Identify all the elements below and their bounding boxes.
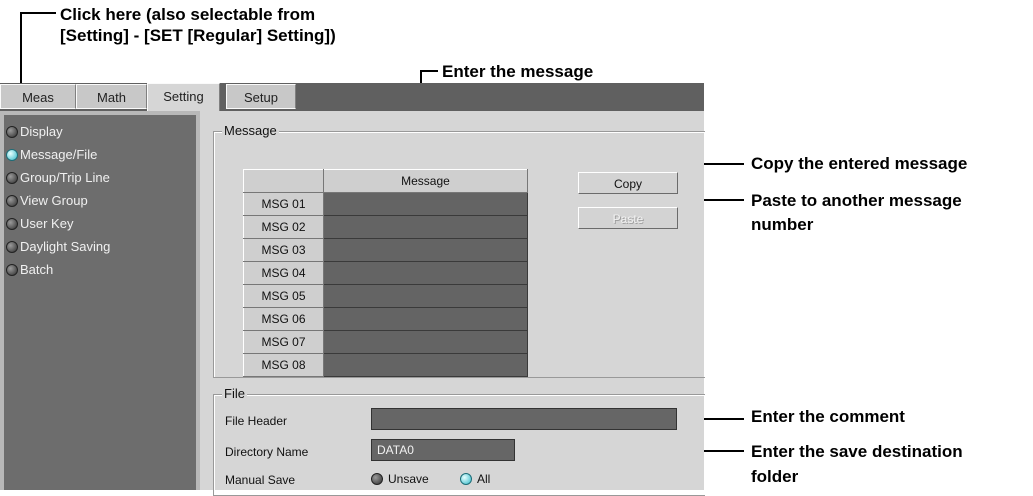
message-group: Message Message MSG 01 MSG 02 MSG 03 MSG…: [213, 123, 705, 378]
row-label: MSG 01: [243, 192, 324, 216]
annotation-enter-message: Enter the message: [442, 62, 594, 81]
radio-icon: [6, 264, 18, 276]
table-row: MSG 08: [243, 353, 528, 377]
annotation-click-here-line1: Click here (also selectable from: [60, 5, 316, 24]
manual-save-option-unsave[interactable]: Unsave: [371, 470, 429, 488]
row-label: MSG 03: [243, 238, 324, 262]
sidebar: Display Message/File Group/Trip Line Vie…: [0, 111, 200, 490]
tab-setup[interactable]: Setup: [226, 84, 296, 109]
table-row: MSG 03: [243, 238, 528, 262]
row-label: MSG 05: [243, 284, 324, 308]
radio-icon: [371, 473, 383, 485]
message-table: Message MSG 01 MSG 02 MSG 03 MSG 04 MSG …: [243, 169, 528, 377]
directory-name-label: Directory Name: [225, 445, 309, 459]
table-row: MSG 07: [243, 330, 528, 354]
copy-button[interactable]: Copy: [578, 172, 678, 194]
sidebar-item-user-key[interactable]: User Key: [6, 213, 74, 235]
annotation-paste-line2: number: [751, 215, 814, 234]
row-label: MSG 04: [243, 261, 324, 285]
manual-save-label: Manual Save: [225, 473, 296, 487]
sidebar-item-label: Daylight Saving: [20, 239, 111, 254]
paste-button[interactable]: Paste: [578, 207, 678, 229]
annotation-enter-comment: Enter the comment: [751, 407, 905, 426]
sidebar-item-batch[interactable]: Batch: [6, 259, 54, 281]
sidebar-item-view-group[interactable]: View Group: [6, 190, 88, 212]
tab-setting[interactable]: Setting: [147, 83, 220, 111]
radio-icon: [6, 126, 18, 138]
manual-save-option-all[interactable]: All: [460, 470, 490, 488]
sidebar-item-label: Batch: [20, 262, 54, 277]
table-row: MSG 02: [243, 215, 528, 239]
file-header-label: File Header: [225, 414, 288, 428]
message-group-title: Message: [222, 123, 279, 138]
sidebar-item-label: User Key: [20, 216, 74, 231]
sidebar-item-label: Group/Trip Line: [20, 170, 110, 185]
sidebar-item-label: Message/File: [20, 147, 98, 162]
file-group-title: File: [222, 386, 247, 401]
radio-icon: [6, 241, 18, 253]
message-cell[interactable]: [323, 330, 528, 354]
sidebar-item-label: View Group: [20, 193, 88, 208]
radio-icon: [6, 172, 18, 184]
annotation-paste-line1: Paste to another message: [751, 191, 962, 210]
radio-selected-icon: [460, 473, 472, 485]
message-cell[interactable]: [323, 215, 528, 239]
option-label: All: [477, 472, 491, 486]
message-cell[interactable]: [323, 284, 528, 308]
message-cell[interactable]: [323, 307, 528, 331]
sidebar-item-message-file[interactable]: Message/File: [6, 144, 98, 166]
leader-line: [20, 12, 56, 14]
file-group: File File Header Directory Name DATA0 Ma…: [213, 386, 705, 496]
radio-selected-icon: [6, 149, 18, 161]
table-row: MSG 06: [243, 307, 528, 331]
radio-icon: [6, 195, 18, 207]
radio-icon: [6, 218, 18, 230]
annotation-save-folder-line2: folder: [751, 467, 799, 486]
table-row: MSG 01: [243, 192, 528, 216]
message-cell[interactable]: [323, 238, 528, 262]
row-label: MSG 06: [243, 307, 324, 331]
annotation-click-here-line2: [Setting] - [SET [Regular] Setting]): [60, 26, 336, 45]
table-row: MSG 05: [243, 284, 528, 308]
message-cell[interactable]: [323, 353, 528, 377]
annotation-save-folder-line1: Enter the save destination: [751, 442, 963, 461]
sidebar-item-group-trip-line[interactable]: Group/Trip Line: [6, 167, 110, 189]
message-cell[interactable]: [323, 192, 528, 216]
tab-bar: Meas Math Setting Setup: [0, 83, 704, 111]
row-label: MSG 07: [243, 330, 324, 354]
annotation-copy-entered: Copy the entered message: [751, 154, 968, 173]
tab-meas[interactable]: Meas: [0, 84, 76, 109]
settings-panel: Message Message MSG 01 MSG 02 MSG 03 MSG…: [200, 111, 705, 496]
leader-line: [420, 70, 438, 72]
option-label: Unsave: [388, 472, 429, 486]
sidebar-item-label: Display: [20, 124, 63, 139]
table-corner: [243, 169, 324, 193]
message-cell[interactable]: [323, 261, 528, 285]
file-header-field[interactable]: [371, 408, 677, 430]
row-label: MSG 08: [243, 353, 324, 377]
message-column-header: Message: [323, 169, 528, 193]
table-row: MSG 04: [243, 261, 528, 285]
sidebar-item-daylight-saving[interactable]: Daylight Saving: [6, 236, 111, 258]
row-label: MSG 02: [243, 215, 324, 239]
tab-math[interactable]: Math: [76, 84, 147, 109]
directory-name-field[interactable]: DATA0: [371, 439, 515, 461]
sidebar-item-display[interactable]: Display: [6, 121, 63, 143]
